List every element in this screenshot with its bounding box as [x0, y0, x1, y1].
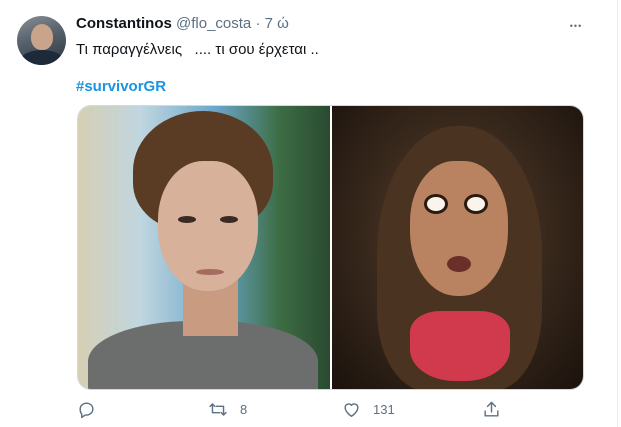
author-name[interactable]: Constantinos	[76, 15, 172, 32]
photo-right-face	[410, 161, 508, 296]
retweet-icon	[209, 403, 227, 416]
photo-right-mouth	[447, 256, 471, 272]
photo-right-eye	[464, 194, 488, 214]
avatar-face	[31, 24, 53, 50]
avatar[interactable]	[17, 16, 66, 65]
photo-right-eye	[424, 194, 448, 214]
photo-left-eye	[220, 216, 238, 223]
photo-left-eye	[178, 216, 196, 223]
photo-left-mouth	[196, 269, 224, 275]
retweet-count: 8	[240, 402, 248, 417]
retweet-button[interactable]: 8	[208, 400, 247, 419]
reply-button[interactable]	[77, 400, 108, 419]
reply-icon	[79, 402, 94, 419]
avatar-shirt	[20, 50, 64, 65]
more-button[interactable]: •••	[566, 17, 586, 33]
photo-right-scarf	[410, 311, 510, 381]
tweet[interactable]: Constantinos @flo_costa · 7 ώ ••• Τι παρ…	[0, 0, 618, 427]
media-grid	[77, 105, 584, 390]
heart-icon	[344, 403, 359, 417]
more-icon: •••	[569, 21, 583, 31]
share-button[interactable]	[482, 400, 501, 419]
separator: ·	[255, 15, 261, 32]
like-count: 131	[373, 402, 395, 417]
tweet-header: Constantinos @flo_costa · 7 ώ	[76, 15, 289, 32]
like-button[interactable]: 131	[342, 400, 395, 419]
author-handle[interactable]: @flo_costa	[176, 15, 251, 32]
photo-left[interactable]	[78, 106, 330, 389]
tweet-text: Τι παραγγέλνεις .... τι σου έρχεται ..	[76, 41, 319, 58]
action-bar: 8 131	[77, 400, 507, 422]
photo-right[interactable]	[332, 106, 583, 389]
share-icon	[484, 401, 499, 417]
hashtag-link[interactable]: #survivorGR	[76, 78, 166, 95]
tweet-time[interactable]: 7 ώ	[265, 15, 289, 32]
